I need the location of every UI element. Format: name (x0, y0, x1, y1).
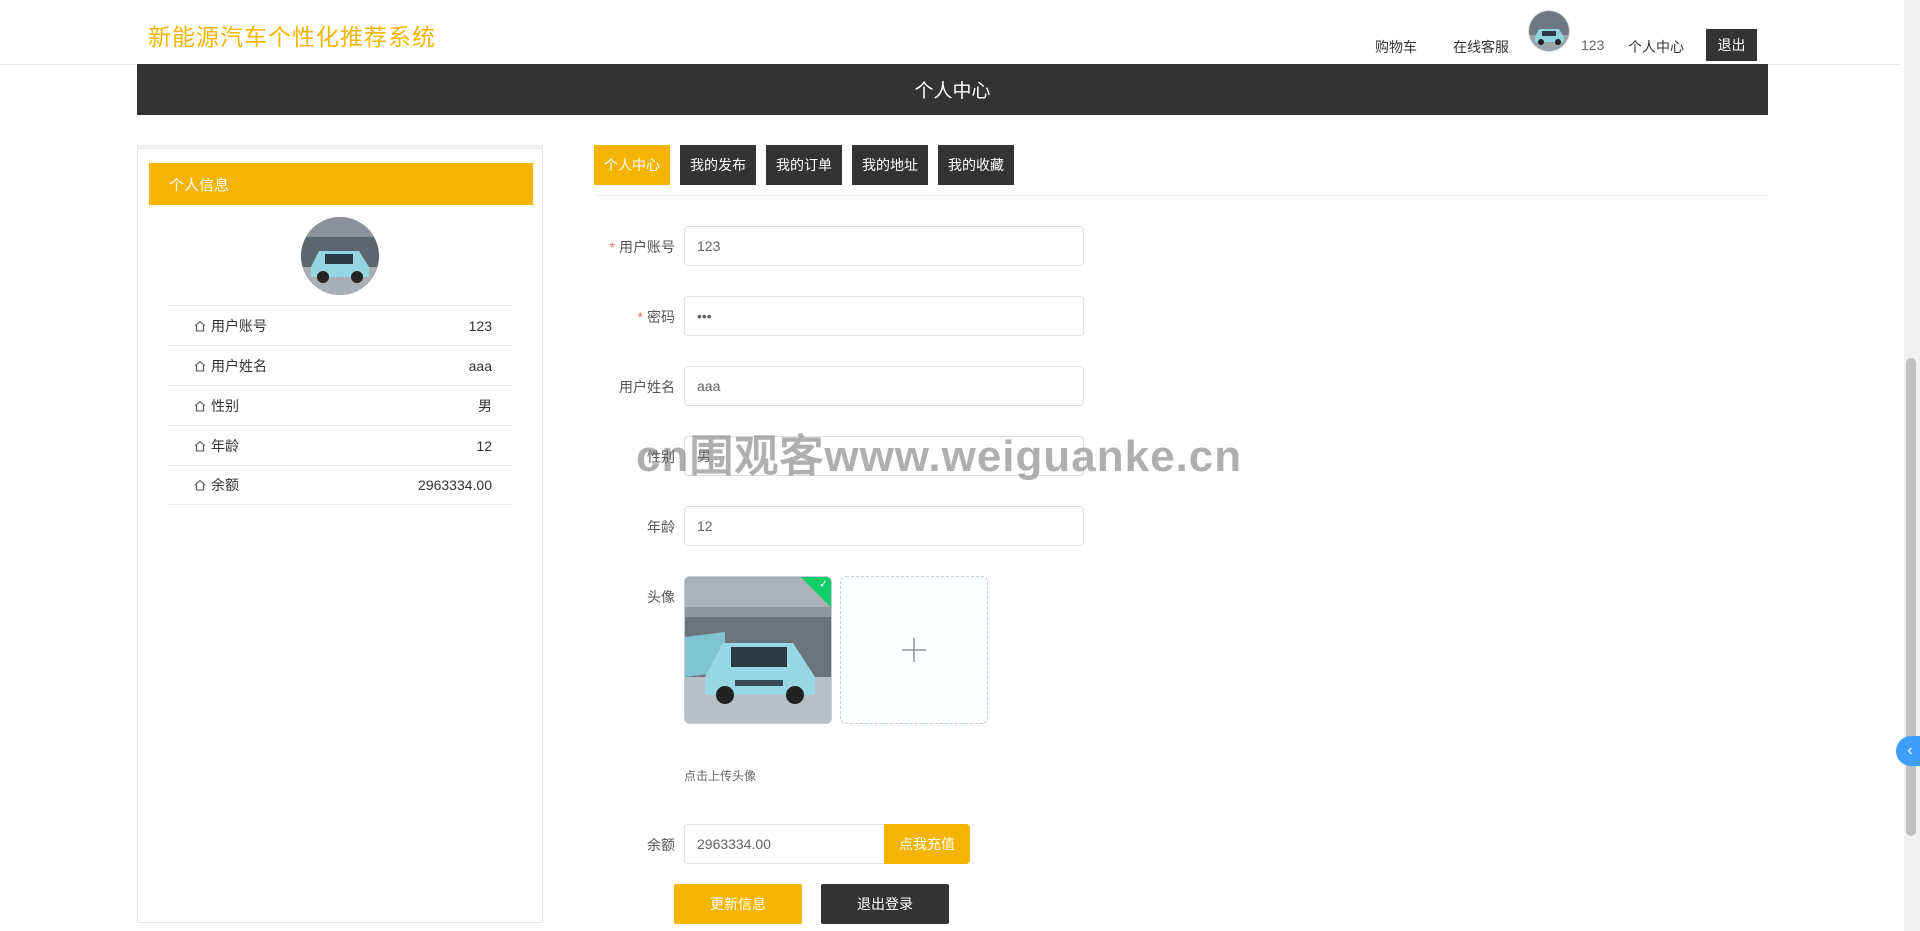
nav-username: 123 (1581, 37, 1605, 53)
car-photo-icon (1529, 11, 1569, 51)
tab-my-orders[interactable]: 我的订单 (766, 145, 842, 185)
plus-icon (902, 638, 926, 662)
required-mark: * (637, 309, 643, 325)
info-row-name: 用户姓名 aaa (168, 345, 512, 385)
info-label-text: 用户账号 (211, 317, 267, 334)
gender-select[interactable]: 男 (684, 436, 1084, 476)
user-avatar[interactable] (1528, 10, 1570, 52)
required-mark: * (609, 239, 615, 255)
info-label-text: 余额 (211, 477, 239, 493)
info-value: aaa (468, 357, 492, 374)
balance-label: 余额 (647, 837, 675, 853)
name-label: 用户姓名 (619, 379, 675, 395)
password-input[interactable]: ••• (684, 296, 1084, 336)
logout-account-button[interactable]: 退出登录 (821, 884, 949, 924)
home-icon (194, 320, 206, 332)
car-photo-icon (685, 577, 831, 723)
profile-info-heading: 个人信息 (149, 163, 533, 205)
tab-profile[interactable]: 个人中心 (594, 145, 670, 185)
info-label-text: 性别 (211, 397, 239, 414)
avatar-label: 头像 (647, 589, 675, 605)
info-value: 2963334.00 (418, 477, 492, 493)
gender-label: 性别 (647, 449, 675, 465)
top-header: 新能源汽车个性化推荐系统 购物车 在线客服 123 个人中心 退出 (0, 0, 1900, 65)
profile-avatar (301, 217, 379, 295)
info-value: 12 (476, 437, 492, 454)
info-label-text: 用户姓名 (211, 357, 267, 374)
site-title[interactable]: 新能源汽车个性化推荐系统 (148, 18, 436, 52)
update-info-button[interactable]: 更新信息 (674, 884, 802, 924)
info-row-account: 用户账号 123 (168, 305, 512, 345)
recharge-button[interactable]: 点我充值 (884, 824, 970, 864)
profile-info-panel: 个人信息 用户账号 123 用户姓名 aaa 性别 男 年龄 12 余额 296… (137, 145, 543, 923)
tab-my-posts[interactable]: 我的发布 (680, 145, 756, 185)
age-label: 年龄 (647, 519, 675, 535)
home-icon (194, 360, 206, 372)
nav-service[interactable]: 在线客服 (1453, 37, 1509, 57)
info-row-age: 年龄 12 (168, 425, 512, 465)
car-photo-icon (301, 217, 379, 295)
info-label-text: 年龄 (211, 437, 239, 454)
info-value: 男 (478, 397, 492, 414)
info-row-balance: 余额 2963334.00 (168, 465, 512, 505)
info-row-gender: 性别 男 (168, 385, 512, 425)
name-input[interactable]: aaa (684, 366, 1084, 406)
tab-divider (594, 195, 1768, 196)
account-input[interactable]: 123 (684, 226, 1084, 266)
profile-info-list: 用户账号 123 用户姓名 aaa 性别 男 年龄 12 余额 2963334.… (168, 305, 512, 505)
balance-input[interactable]: 2963334.00 (684, 824, 884, 864)
side-panel-toggle[interactable]: ‹ (1896, 736, 1920, 766)
home-icon (194, 400, 206, 412)
age-input[interactable]: 12 (684, 506, 1084, 546)
account-label: * 用户账号 (609, 239, 675, 255)
check-icon: ✓ (819, 578, 829, 591)
uploaded-avatar-thumbnail[interactable]: ✓ (684, 576, 832, 724)
upload-tip: 点击上传头像 (684, 769, 757, 783)
tab-my-addresses[interactable]: 我的地址 (852, 145, 928, 185)
password-label: * 密码 (637, 309, 675, 325)
nav-cart[interactable]: 购物车 (1375, 37, 1417, 57)
page-title-banner: 个人中心 (137, 64, 1768, 115)
nav-profile[interactable]: 个人中心 (1628, 37, 1684, 57)
profile-tabs: 个人中心 我的发布 我的订单 我的地址 我的收藏 (594, 145, 1014, 185)
logout-button[interactable]: 退出 (1706, 29, 1757, 61)
info-value: 123 (468, 317, 492, 334)
tab-my-favorites[interactable]: 我的收藏 (938, 145, 1014, 185)
avatar-upload-button[interactable] (840, 576, 988, 724)
home-icon (194, 440, 206, 452)
home-icon (194, 479, 206, 491)
chevron-left-icon: ‹ (1907, 742, 1913, 759)
